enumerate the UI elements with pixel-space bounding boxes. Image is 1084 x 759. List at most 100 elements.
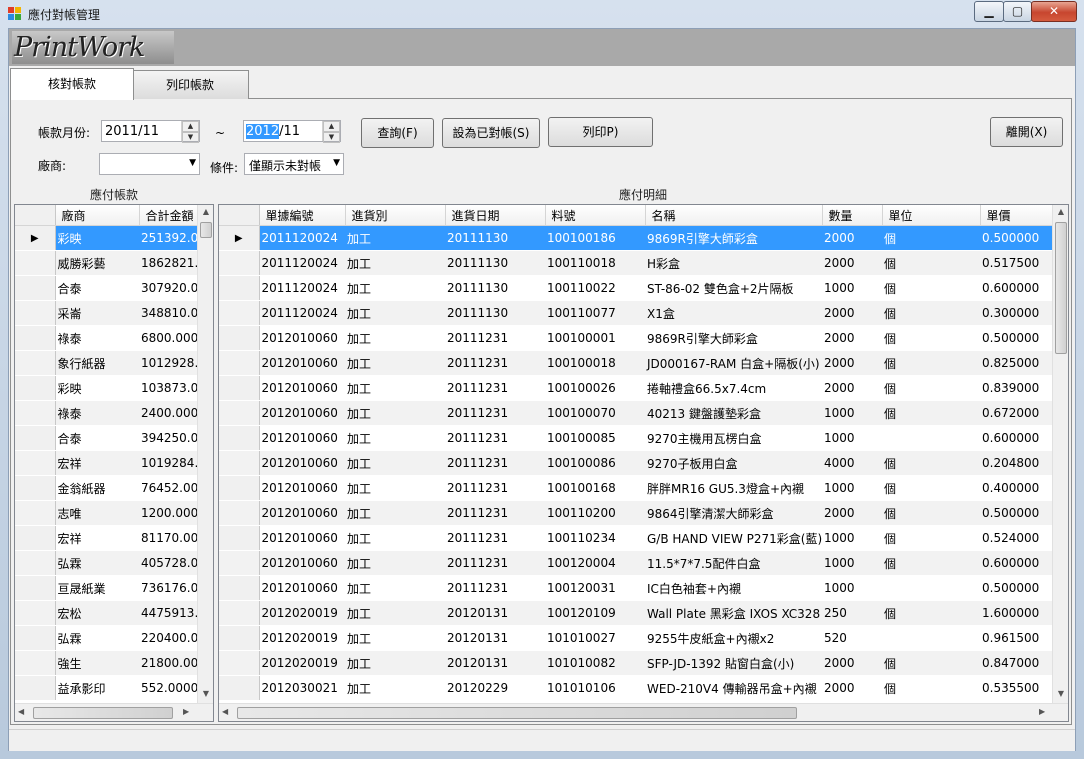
table-cell[interactable]: 2011120024 <box>259 250 345 276</box>
table-cell[interactable]: 1000 <box>822 475 882 501</box>
table-row[interactable]: 2012010060 加工 20111231 100110200 9864引擎清潔大師彩… <box>219 500 1052 526</box>
table-row[interactable]: 2012010060 加工 20111231 100120004 11.5*7*7.5配… <box>219 550 1052 576</box>
table-row[interactable]: 采崙348810.000 <box>15 300 197 326</box>
table-cell[interactable]: 胖胖MR16 GU5.3燈盒+內襯 <box>645 475 822 501</box>
table-cell[interactable]: 1019284.000 <box>139 450 197 476</box>
table-cell[interactable]: 20120229 <box>445 675 545 701</box>
table-cell[interactable]: ST-86-02 雙色盒+2片隔板 <box>645 275 822 301</box>
table-cell[interactable]: 加工 <box>345 275 445 301</box>
row-header[interactable] <box>219 350 260 376</box>
table-cell[interactable]: 祿泰 <box>55 400 139 426</box>
table-cell[interactable] <box>882 575 980 601</box>
table-cell[interactable]: 個 <box>882 475 980 501</box>
table-cell[interactable]: H彩盒 <box>645 250 822 276</box>
maximize-button[interactable]: ▢ <box>1003 1 1032 22</box>
row-header[interactable] <box>219 250 260 276</box>
table-cell[interactable]: 2012010060 <box>259 425 345 451</box>
table-cell[interactable]: 100100070 <box>545 400 645 426</box>
table-cell[interactable]: 弘霖 <box>55 550 139 576</box>
row-header[interactable]: ▶ <box>15 225 56 251</box>
table-cell[interactable]: 2012010060 <box>259 400 345 426</box>
table-row[interactable]: 合泰394250.000 <box>15 425 197 451</box>
column-header[interactable]: 進貨別 <box>345 205 446 226</box>
table-row[interactable]: 2012030021 加工 20120229 101010106 WED-210V4 傳… <box>219 675 1052 701</box>
vendor-combobox[interactable]: ▼ <box>99 153 200 175</box>
period-to-spinner[interactable]: 2012/11 ▲ ▼ <box>243 120 341 143</box>
mark-reconciled-button[interactable]: 設為已對帳(S) <box>442 118 540 148</box>
spin-up-icon[interactable]: ▲ <box>182 121 199 132</box>
table-cell[interactable]: 個 <box>882 275 980 301</box>
table-cell[interactable]: 加工 <box>345 300 445 326</box>
table-row[interactable]: 2012020019 加工 20120131 100120109 Wall Plate … <box>219 600 1052 626</box>
table-cell[interactable]: 1862821.000 <box>139 250 197 276</box>
table-cell[interactable]: 2400.0000 <box>139 400 197 426</box>
table-cell[interactable]: 2012010060 <box>259 450 345 476</box>
scroll-right-icon[interactable]: ▶ <box>183 707 189 716</box>
table-cell[interactable]: JD000167-RAM 白盒+隔板(小) <box>645 350 822 376</box>
table-cell[interactable]: 394250.000 <box>139 425 197 451</box>
column-header[interactable]: 料號 <box>545 205 646 226</box>
table-cell[interactable]: 100110077 <box>545 300 645 326</box>
table-cell[interactable]: 宏松 <box>55 600 139 626</box>
table-row[interactable]: 2012010060 加工 20111231 100100026 捲軸禮盒66.5x7.… <box>219 375 1052 401</box>
table-cell[interactable]: 加工 <box>345 600 445 626</box>
table-cell[interactable]: 348810.000 <box>139 300 197 326</box>
spin-up-icon[interactable]: ▲ <box>323 121 340 132</box>
table-cell[interactable]: 1000 <box>822 575 882 601</box>
table-cell[interactable]: 552.0000 <box>139 675 197 701</box>
table-row[interactable]: 宏祥81170.0000 <box>15 525 197 551</box>
table-row[interactable]: 益承影印 552.0000 <box>15 675 197 701</box>
table-cell[interactable]: 2000 <box>822 300 882 326</box>
table-cell[interactable]: 合泰 <box>55 425 139 451</box>
spin-down-icon[interactable]: ▼ <box>323 132 340 143</box>
table-cell[interactable]: 2012010060 <box>259 575 345 601</box>
table-cell[interactable]: 1000 <box>822 525 882 551</box>
row-header[interactable] <box>15 625 56 651</box>
table-cell[interactable]: 9864引擎清潔大師彩盒 <box>645 500 822 526</box>
table-cell[interactable]: 個 <box>882 325 980 351</box>
table-cell[interactable]: 個 <box>882 350 980 376</box>
print-button[interactable]: 列印P) <box>548 117 653 147</box>
row-header[interactable] <box>219 275 260 301</box>
table-cell[interactable]: 2011120024 <box>259 300 345 326</box>
row-header[interactable] <box>219 500 260 526</box>
table-cell[interactable]: 250 <box>822 600 882 626</box>
row-header[interactable] <box>219 575 260 601</box>
row-header[interactable] <box>15 375 56 401</box>
table-row[interactable]: 威勝彩藝1862821.000 <box>15 250 197 276</box>
table-cell[interactable]: 81170.0000 <box>139 525 197 551</box>
row-header[interactable] <box>15 350 56 376</box>
payables-grid[interactable]: 廠商 合計金額 ▶彩映251392.000威勝彩藝1862821.000合泰30… <box>14 204 214 722</box>
table-cell[interactable]: G/B HAND VIEW P271彩盒(藍) <box>645 525 822 551</box>
table-cell[interactable]: 加工 <box>345 425 445 451</box>
table-row[interactable]: 2011120024 加工 20111130 100110022 ST-86-02 雙色… <box>219 275 1052 301</box>
table-cell[interactable]: 100110018 <box>545 250 645 276</box>
table-cell[interactable]: 1000 <box>822 550 882 576</box>
table-cell[interactable]: 76452.0000 <box>139 475 197 501</box>
table-cell[interactable]: 0.961500 <box>980 625 1052 651</box>
row-header[interactable] <box>219 650 260 676</box>
table-cell[interactable]: 100100168 <box>545 475 645 501</box>
table-cell[interactable]: 20111231 <box>445 550 545 576</box>
table-cell[interactable]: 加工 <box>345 325 445 351</box>
table-cell[interactable] <box>882 425 980 451</box>
table-cell[interactable]: 0.524000 <box>980 525 1052 551</box>
table-cell[interactable]: 100120004 <box>545 550 645 576</box>
row-header[interactable]: ▶ <box>219 225 260 251</box>
table-cell[interactable] <box>882 625 980 651</box>
table-cell[interactable]: 個 <box>882 225 980 251</box>
table-cell[interactable]: 11.5*7*7.5配件白盒 <box>645 550 822 576</box>
row-header[interactable] <box>219 550 260 576</box>
row-header[interactable] <box>15 675 56 701</box>
table-cell[interactable]: 100100001 <box>545 325 645 351</box>
table-row[interactable]: 宏松4475913.000 <box>15 600 197 626</box>
table-cell[interactable]: 加工 <box>345 650 445 676</box>
table-cell[interactable]: 個 <box>882 400 980 426</box>
row-header[interactable] <box>15 525 56 551</box>
tab-reconcile[interactable]: 核對帳款 <box>10 68 134 100</box>
table-cell[interactable]: 20111130 <box>445 250 545 276</box>
table-cell[interactable]: 強生 <box>55 650 139 676</box>
table-cell[interactable]: 20111231 <box>445 525 545 551</box>
leave-button[interactable]: 離開(X) <box>990 117 1063 147</box>
row-header[interactable] <box>219 475 260 501</box>
